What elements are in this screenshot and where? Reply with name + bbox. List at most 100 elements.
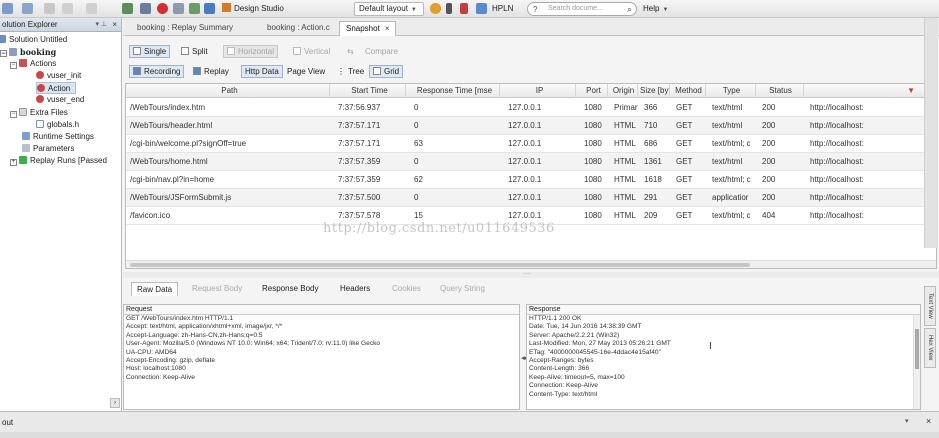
design-studio-button[interactable]: Design Studio bbox=[222, 2, 284, 16]
column-header[interactable]: Method bbox=[672, 84, 706, 98]
page-view-button[interactable]: Page View bbox=[283, 65, 329, 78]
tab-action-c[interactable]: booking : Action.c bbox=[261, 21, 336, 36]
tab-replay-summary[interactable]: booking : Replay Summary bbox=[131, 21, 239, 36]
column-header[interactable]: Path bbox=[130, 84, 330, 98]
request-text[interactable]: GET /WebTours/index.htm HTTP/1.1 Accept: … bbox=[124, 315, 519, 382]
tree-globals[interactable]: globals.h bbox=[36, 119, 79, 131]
new-script-icon[interactable] bbox=[2, 3, 13, 14]
tab-response-body[interactable]: Response Body bbox=[257, 282, 323, 296]
left-scrollbar[interactable]: › bbox=[110, 398, 120, 408]
pen-icon[interactable] bbox=[446, 3, 452, 14]
table-row[interactable]: /WebTours/index.htm 7:37:56.937 0 127.0.0.1… bbox=[126, 99, 936, 117]
column-header[interactable]: Start Time bbox=[334, 84, 406, 98]
tab-headers[interactable]: Headers bbox=[335, 282, 375, 296]
column-header[interactable]: Origin bbox=[610, 84, 638, 98]
table-row[interactable]: /WebTours/JSFormSubmit.js 7:37:57.500 0 127… bbox=[126, 189, 936, 207]
text-view-tab[interactable]: Text View bbox=[924, 286, 936, 326]
grid-button[interactable]: Grid bbox=[369, 65, 404, 78]
single-button[interactable]: Single bbox=[129, 45, 171, 58]
response-line: ETag: "4000000045545-16e-4ddac4e15af40" bbox=[529, 348, 661, 356]
table-row[interactable]: /cgi-bin/welcome.pl?signOff=true 7:37:57.… bbox=[126, 135, 936, 153]
replay-icon[interactable] bbox=[189, 3, 200, 14]
filter-icon[interactable]: ▼ bbox=[907, 84, 915, 98]
tree-button[interactable]: ⋮ Tree bbox=[333, 65, 368, 78]
undo-icon[interactable] bbox=[62, 3, 73, 14]
collapse-icon[interactable]: − bbox=[10, 111, 17, 118]
bulb-icon[interactable] bbox=[430, 3, 441, 14]
action-icon bbox=[36, 95, 44, 103]
single-view-icon bbox=[133, 47, 141, 55]
column-header[interactable]: Status bbox=[758, 84, 804, 98]
save-icon[interactable] bbox=[44, 3, 55, 14]
layout-dropdown[interactable]: Default layout ▼ bbox=[354, 2, 424, 16]
table-cell: 63 bbox=[414, 139, 423, 148]
http-data-button[interactable]: Http Data bbox=[241, 65, 283, 78]
search-input[interactable]: ? Search docume... ⌕ bbox=[527, 2, 637, 16]
tab-raw-data[interactable]: Raw Data bbox=[131, 282, 179, 296]
pin-icon[interactable]: ▾ bbox=[905, 417, 909, 425]
split-button[interactable]: Split bbox=[177, 45, 212, 58]
close-icon[interactable]: × bbox=[926, 416, 931, 426]
response-scrollbar[interactable] bbox=[913, 315, 920, 409]
request-pane[interactable]: Request GET /WebTours/index.htm HTTP/1.1… bbox=[123, 304, 520, 410]
recording-button[interactable]: Recording bbox=[129, 65, 185, 78]
table-cell: HTML bbox=[614, 157, 636, 166]
tab-query-string[interactable]: Query String bbox=[435, 282, 490, 296]
tree-parameters[interactable]: Parameters bbox=[22, 143, 74, 155]
tree-solution[interactable]: Solution Untitled bbox=[0, 34, 67, 46]
record-settings-icon[interactable] bbox=[140, 3, 151, 14]
compare-button[interactable]: Compare bbox=[361, 45, 402, 58]
table-cell: 200 bbox=[762, 157, 776, 166]
search-icon[interactable]: ⌕ bbox=[627, 3, 632, 15]
tree-replay-runs[interactable]: + Replay Runs [Passed bbox=[10, 155, 107, 167]
tab-cookies[interactable]: Cookies bbox=[387, 282, 426, 296]
hpln-button[interactable]: HPLN bbox=[492, 2, 513, 16]
run-icon[interactable] bbox=[204, 3, 215, 14]
table-cell: 1080 bbox=[584, 157, 602, 166]
table-row[interactable]: /cgi-bin/nav.pl?in=home 7:37:57.359 62 127.… bbox=[126, 171, 936, 189]
close-icon[interactable]: × bbox=[112, 18, 117, 32]
redo-icon[interactable] bbox=[86, 3, 97, 14]
tree-action[interactable]: Action bbox=[36, 82, 76, 94]
collapse-icon[interactable]: − bbox=[0, 50, 7, 57]
column-header[interactable]: Port bbox=[580, 84, 608, 98]
hpln-icon[interactable] bbox=[476, 3, 487, 14]
snapshot-icon[interactable] bbox=[173, 3, 184, 14]
tree-runtime-settings[interactable]: Runtime Settings bbox=[22, 131, 94, 143]
replay-button[interactable]: Replay bbox=[189, 65, 233, 78]
response-pane[interactable]: Response HTTP/1.1 200 OK Date: Tue, 14 Ju… bbox=[526, 304, 921, 410]
tab-snapshot[interactable]: Snapshot × bbox=[339, 21, 397, 36]
column-header[interactable]: Size [byte bbox=[640, 84, 670, 98]
tree-script-booking[interactable]: − booking bbox=[0, 46, 56, 58]
compare-toggle-icon[interactable]: ⇆ bbox=[343, 45, 358, 58]
horizontal-scrollbar[interactable] bbox=[126, 260, 936, 268]
horizontal-button[interactable]: Horizontal bbox=[223, 45, 279, 58]
collapse-icon[interactable]: − bbox=[10, 62, 17, 69]
tree-vuser-end[interactable]: vuser_end bbox=[36, 94, 84, 106]
column-header[interactable]: Response Time [mse bbox=[410, 84, 500, 98]
close-icon[interactable]: × bbox=[385, 24, 390, 33]
expand-icon[interactable]: + bbox=[10, 159, 17, 166]
column-header[interactable]: ▼ bbox=[806, 84, 936, 98]
output-panel: out ▾ × bbox=[0, 411, 939, 438]
column-header[interactable]: Type bbox=[708, 84, 756, 98]
tree-vuser-init[interactable]: vuser_init bbox=[36, 70, 81, 82]
response-text[interactable]: HTTP/1.1 200 OK Date: Tue, 14 Jun 2016 14… bbox=[527, 315, 920, 399]
right-scrollbar[interactable] bbox=[924, 18, 938, 248]
add-icon[interactable] bbox=[22, 3, 33, 14]
compile-icon[interactable] bbox=[122, 3, 133, 14]
edit-icon[interactable] bbox=[460, 3, 468, 14]
table-row[interactable]: /WebTours/home.html 7:37:57.359 0 127.0.0.1… bbox=[126, 153, 936, 171]
pin-icon[interactable]: ▾ ⊥ bbox=[95, 18, 107, 32]
hex-view-tab[interactable]: Hex View bbox=[924, 328, 936, 368]
panel-splitter[interactable]: ···· bbox=[123, 271, 939, 278]
tree-actions[interactable]: − Actions bbox=[10, 58, 56, 70]
table-row[interactable]: /WebTours/header.html 7:37:57.171 0 127.0.0… bbox=[126, 117, 936, 135]
record-icon[interactable] bbox=[157, 3, 168, 14]
vertical-button[interactable]: Vertical bbox=[289, 45, 334, 58]
tree-extra-files[interactable]: − Extra Files bbox=[10, 107, 68, 119]
help-menu[interactable]: Help ▼ bbox=[643, 2, 668, 16]
column-header[interactable]: IP bbox=[504, 84, 576, 98]
tab-request-body[interactable]: Request Body bbox=[187, 282, 247, 296]
scroll-thumb[interactable] bbox=[130, 263, 750, 267]
